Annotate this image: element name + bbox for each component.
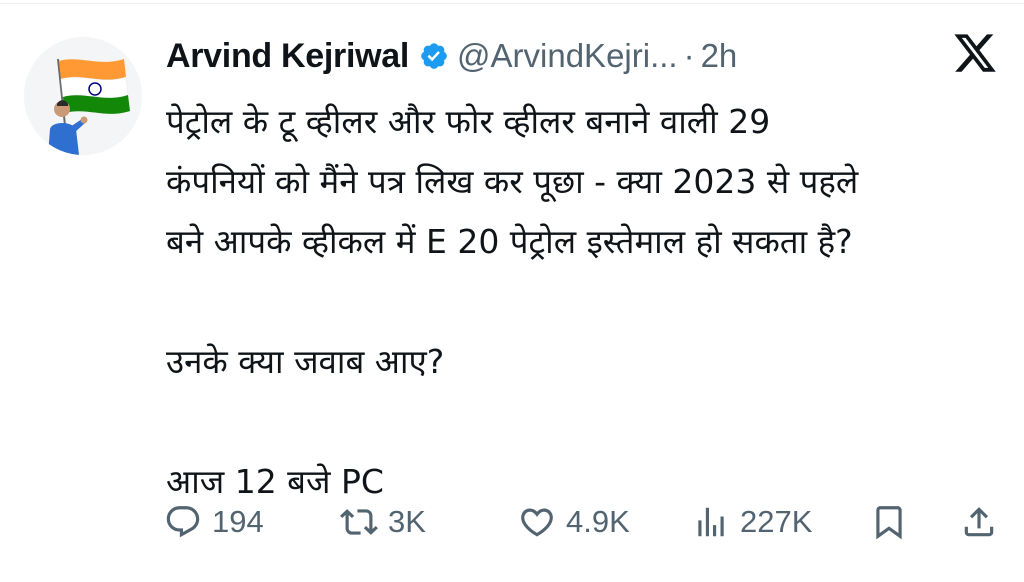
- author-name[interactable]: Arvind Kejriwal: [166, 37, 409, 76]
- avatar[interactable]: [24, 37, 142, 155]
- share-button[interactable]: [960, 500, 998, 544]
- tweet-text: पेट्रोल के टू व्हीलर और फोर व्हीलर बनाने…: [166, 102, 859, 501]
- views-icon: [698, 507, 724, 537]
- tweet-card[interactable]: Arvind Kejriwal @ArvindKejri... · 2h पेट…: [0, 0, 1024, 582]
- author-handle[interactable]: @ArvindKejri...: [457, 37, 678, 75]
- like-count: 4.9K: [566, 504, 630, 539]
- bookmark-icon: [876, 506, 902, 540]
- tweet-header: Arvind Kejriwal @ArvindKejri... · 2h: [166, 33, 737, 79]
- action-bar: 194 3K 4.9K 227K: [164, 500, 1004, 544]
- separator-dot: ·: [683, 37, 695, 74]
- verified-badge-icon: [421, 43, 447, 69]
- retweet-icon: [340, 509, 378, 535]
- tweet-timestamp[interactable]: 2h: [701, 37, 738, 75]
- views-count: 227K: [740, 504, 813, 539]
- heart-icon: [521, 508, 553, 537]
- reply-icon: [166, 506, 200, 538]
- reply-button[interactable]: 194: [164, 500, 264, 544]
- like-button[interactable]: 4.9K: [518, 500, 630, 544]
- bookmark-button[interactable]: [870, 500, 908, 544]
- share-icon: [964, 507, 994, 537]
- avatar-image: [24, 37, 142, 155]
- x-logo-icon[interactable]: [951, 30, 999, 76]
- views-button[interactable]: 227K: [692, 500, 812, 544]
- reply-count: 194: [212, 504, 264, 539]
- retweet-button[interactable]: 3K: [340, 500, 426, 544]
- retweet-count: 3K: [388, 504, 426, 539]
